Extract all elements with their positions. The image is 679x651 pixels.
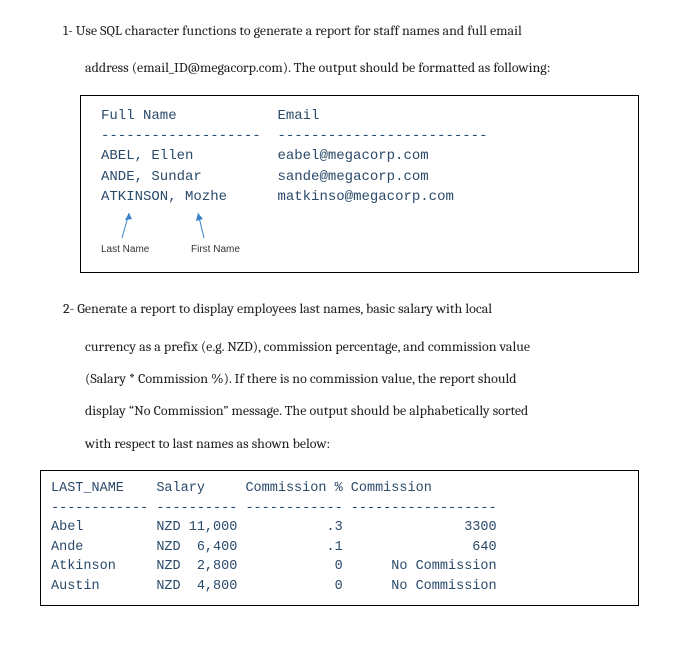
q1-line1: 1- Use SQL character functions to genera… <box>40 20 639 42</box>
cell-last: Abel <box>51 520 83 535</box>
cell-comm: No Commission <box>391 579 496 594</box>
q1-line2: address (email_ID@megacorp.com). The out… <box>40 57 639 79</box>
q1-output-box: Full Name Email ------------------- ----… <box>80 95 639 273</box>
cell-email: matkinso@megacorp.com <box>277 189 453 205</box>
label-last-name: Last Name <box>101 242 149 258</box>
col-header-salary: Salary <box>156 481 205 496</box>
cell-last: Austin <box>51 579 100 594</box>
dash-line: ------------------ <box>351 501 497 516</box>
col-header-fullname: Full Name <box>101 108 177 124</box>
arrow-up-icon <box>107 210 137 240</box>
dash-line: ------------ <box>245 501 342 516</box>
dash-line: ------------ <box>51 501 148 516</box>
q2-line5: with respect to last names as shown belo… <box>40 433 639 455</box>
cell-name: ATKINSON, Mozhe <box>101 189 227 205</box>
cell-salary: NZD 6,400 <box>156 540 237 555</box>
col-header-commpct: Commission % <box>245 481 342 496</box>
cell-last: Atkinson <box>51 559 116 574</box>
q2-line1: 2- Generate a report to display employee… <box>40 298 639 320</box>
cell-salary: NZD 4,800 <box>156 579 237 594</box>
dash-line: ------------------------- <box>277 128 487 144</box>
cell-comm: 3300 <box>464 520 496 535</box>
q2-output-box: LAST_NAME Salary Commission % Commission… <box>40 470 639 605</box>
arrow-up-icon <box>196 210 226 240</box>
q2-line3: (Salary * Commission %). If there is no … <box>40 368 639 390</box>
q2-table: LAST_NAME Salary Commission % Commission… <box>51 479 628 596</box>
arrow-annotations: Last Name First Name <box>101 212 618 262</box>
cell-comm: No Commission <box>391 559 496 574</box>
cell-email: eabel@megacorp.com <box>277 148 428 164</box>
cell-last: Ande <box>51 540 83 555</box>
cell-salary: NZD 2,800 <box>156 559 237 574</box>
col-header-last: LAST_NAME <box>51 481 124 496</box>
cell-pct: 0 <box>335 579 343 594</box>
cell-salary: NZD 11,000 <box>156 520 237 535</box>
cell-email: sande@megacorp.com <box>277 169 428 185</box>
question-2: 2- Generate a report to display employee… <box>40 298 639 605</box>
q2-line4: display “No Commission” message. The out… <box>40 400 639 422</box>
col-header-email: Email <box>277 108 319 124</box>
cell-pct: 0 <box>335 559 343 574</box>
cell-pct: .1 <box>326 540 342 555</box>
label-first-name: First Name <box>191 242 240 258</box>
cell-comm: 640 <box>472 540 496 555</box>
cell-name: ABEL, Ellen <box>101 148 193 164</box>
dash-line: ------------------- <box>101 128 261 144</box>
q1-table: Full Name Email ------------------- ----… <box>101 106 618 207</box>
question-1: 1- Use SQL character functions to genera… <box>40 20 639 273</box>
q2-line2: currency as a prefix (e.g. NZD), commiss… <box>40 336 639 358</box>
cell-pct: .3 <box>326 520 342 535</box>
col-header-comm: Commission <box>351 481 432 496</box>
cell-name: ANDE, Sundar <box>101 169 202 185</box>
dash-line: ---------- <box>156 501 237 516</box>
